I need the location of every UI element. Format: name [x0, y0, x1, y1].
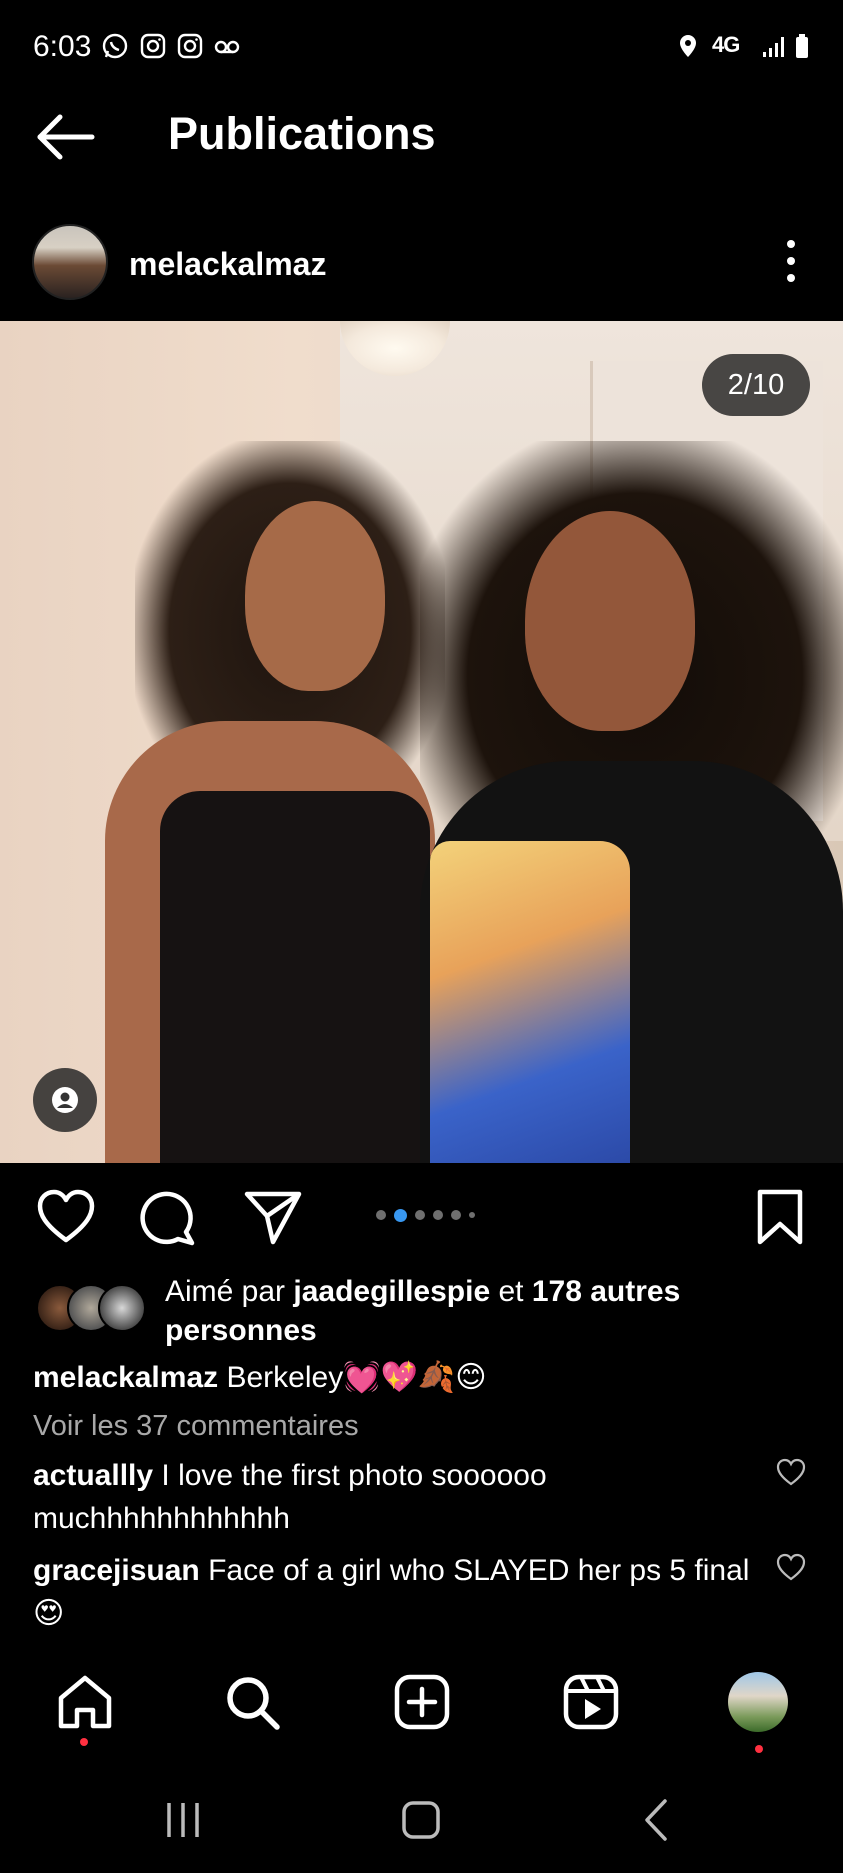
likes-prefix: Aimé par: [165, 1275, 294, 1308]
more-options-button[interactable]: [776, 236, 806, 286]
likes-conjunction: et: [490, 1275, 532, 1308]
add-post-icon: [394, 1674, 450, 1730]
back-button[interactable]: [36, 112, 96, 162]
chevron-left-icon: [645, 1799, 667, 1841]
image-counter: 2/10: [702, 354, 810, 416]
recent-apps-button[interactable]: [163, 1795, 203, 1845]
battery-icon: [790, 32, 818, 60]
comment-like-button[interactable]: [776, 1458, 806, 1488]
liker-username[interactable]: jaadegillespie: [293, 1275, 490, 1308]
caption-username[interactable]: melackalmaz: [33, 1361, 218, 1394]
voicemail-icon: [213, 32, 241, 60]
carousel-indicator: [376, 1208, 475, 1222]
comment-like-button[interactable]: [776, 1553, 806, 1583]
person-icon: [52, 1087, 78, 1113]
view-all-comments-link[interactable]: Voir les 37 commentaires: [33, 1410, 359, 1443]
instagram-icon: [139, 32, 167, 60]
recent-apps-icon: [167, 1803, 199, 1837]
share-button[interactable]: [243, 1188, 303, 1246]
search-icon: [227, 1677, 280, 1730]
heart-icon: [37, 1189, 95, 1243]
heart-icon: [776, 1553, 806, 1581]
comment-bubble-icon: [140, 1191, 195, 1246]
carousel-dot: [469, 1212, 475, 1218]
comment-username[interactable]: gracejisuan: [33, 1554, 200, 1587]
nav-create[interactable]: [392, 1672, 452, 1732]
network-type: 4G: [712, 32, 740, 57]
home-square-icon: [402, 1801, 440, 1839]
comment-username[interactable]: actuallly: [33, 1459, 153, 1492]
post-caption: melackalmaz Berkeley💓💖🍂😊: [33, 1358, 813, 1398]
paper-plane-icon: [244, 1191, 302, 1245]
post-author-username[interactable]: melackalmaz: [129, 246, 326, 283]
nav-search[interactable]: [222, 1672, 282, 1732]
instagram-icon-2: [176, 32, 204, 60]
comment-button[interactable]: [138, 1188, 198, 1246]
arrow-left-icon: [37, 114, 95, 160]
carousel-dot-active: [394, 1208, 407, 1222]
liker-avatars[interactable]: [36, 1284, 146, 1332]
signal-icon: [760, 32, 788, 60]
carousel-dot: [376, 1210, 386, 1220]
system-back-button[interactable]: [641, 1795, 671, 1845]
like-button[interactable]: [36, 1188, 96, 1246]
location-icon: [674, 32, 702, 60]
more-vertical-icon: [787, 240, 795, 282]
nav-home[interactable]: [55, 1672, 115, 1732]
page-title: Publications: [168, 108, 436, 159]
status-time: 6:03: [33, 30, 92, 63]
home-icon: [58, 1675, 112, 1729]
liker-avatar: [98, 1284, 146, 1332]
bookmark-icon: [757, 1189, 803, 1245]
reels-icon: [563, 1674, 619, 1730]
carousel-dot: [451, 1210, 461, 1220]
nav-profile-avatar[interactable]: [728, 1672, 788, 1732]
caption-text: Berkeley💓💖🍂😊: [226, 1361, 487, 1394]
post-author-avatar[interactable]: [32, 224, 108, 300]
carousel-dot: [433, 1210, 443, 1220]
whatsapp-icon: [101, 32, 129, 60]
carousel-dot: [415, 1210, 425, 1220]
comment-item: gracejisuan Face of a girl who SLAYED he…: [33, 1549, 753, 1635]
nav-reels[interactable]: [561, 1672, 621, 1732]
likes-summary[interactable]: Aimé par jaadegillespie et 178 autres pe…: [165, 1272, 785, 1350]
post-photo[interactable]: [0, 321, 843, 1163]
profile-notification-dot: [755, 1745, 763, 1753]
comment-item: actuallly I love the first photo soooooo…: [33, 1454, 753, 1540]
home-system-button[interactable]: [400, 1795, 442, 1845]
tagged-people-button[interactable]: [33, 1068, 97, 1132]
heart-icon: [776, 1458, 806, 1486]
save-button[interactable]: [750, 1188, 810, 1246]
home-notification-dot: [80, 1738, 88, 1746]
